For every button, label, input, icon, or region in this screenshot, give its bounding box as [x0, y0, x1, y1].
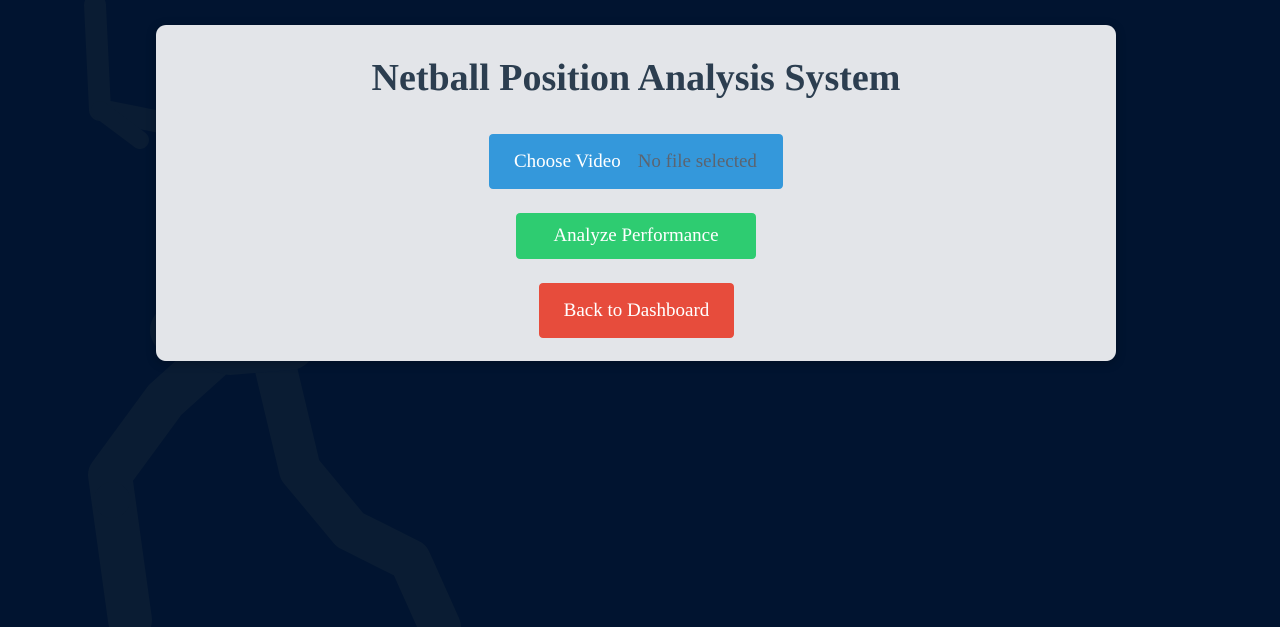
page-title: Netball Position Analysis System: [371, 57, 901, 99]
back-to-dashboard-button[interactable]: Back to Dashboard: [539, 283, 734, 338]
analysis-card: Netball Position Analysis System Choose …: [156, 25, 1116, 361]
choose-video-label[interactable]: Choose Video: [514, 151, 621, 173]
file-status-text: No file selected: [637, 150, 757, 172]
choose-video-input[interactable]: Choose Video No file selected: [489, 134, 783, 189]
analyze-performance-button[interactable]: Analyze Performance: [516, 213, 756, 259]
